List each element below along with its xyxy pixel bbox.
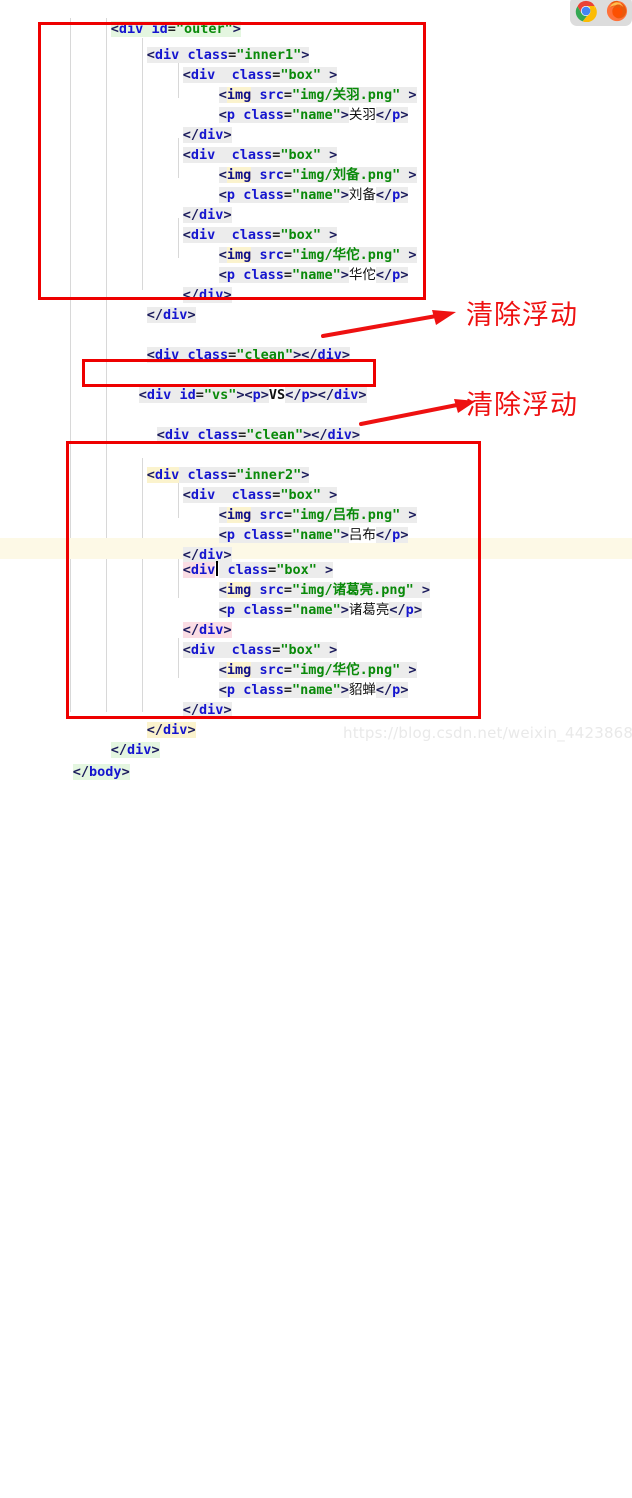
token-line-14: </div> xyxy=(146,307,196,323)
annotation-note-1: 清除浮动 xyxy=(466,300,578,331)
highlight-box-inner1 xyxy=(38,22,426,300)
code-line-32[interactable]: </div> xyxy=(62,720,160,758)
token-line-33: </body> xyxy=(72,764,130,780)
arrow-to-note-1 xyxy=(321,310,456,338)
highlight-box-inner2 xyxy=(66,441,481,719)
code-line-17[interactable]: <div class="clean"></div> xyxy=(108,405,361,443)
code-line-33[interactable]: </body> xyxy=(24,742,130,780)
chrome-icon[interactable] xyxy=(575,0,597,22)
browser-icon-tray[interactable] xyxy=(570,0,632,26)
highlight-box-vs xyxy=(82,359,376,387)
watermark-url: https://blog.csdn.net/weixin_44238683 xyxy=(343,724,632,742)
code-line-15[interactable]: <div class="clean"></div> xyxy=(98,325,351,363)
code-line-0[interactable]: <div id="outer"> xyxy=(62,0,241,37)
token-line-16: <div id="vs"><p>VS</p></div> xyxy=(138,387,367,403)
firefox-icon[interactable] xyxy=(606,0,628,22)
annotation-note-2: 清除浮动 xyxy=(466,390,578,421)
code-editor[interactable]: <div id="outer"> <div class="inner1"> <d… xyxy=(0,0,632,780)
